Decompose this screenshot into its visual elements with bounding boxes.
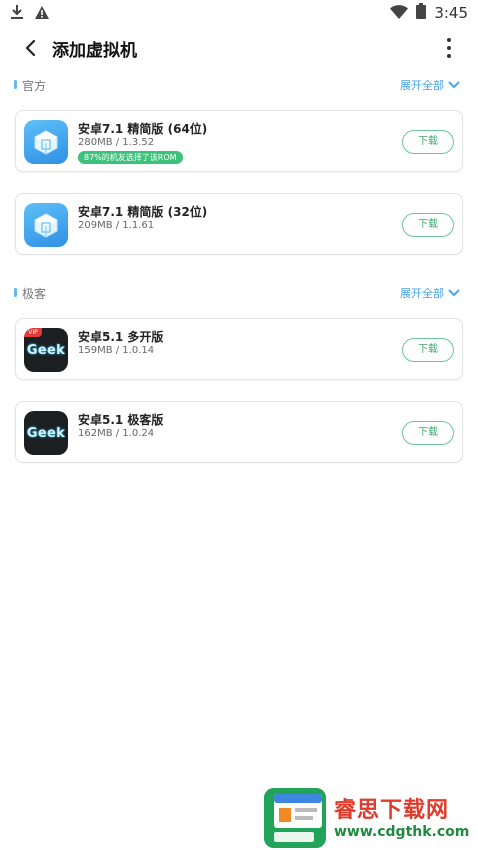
geek-icon: Geek [24,411,68,455]
vm-size-version: 159MB / 1.0.14 [78,345,155,356]
status-time: 3:45 [434,4,468,22]
vm-item-card[interactable]: Geek 安卓5.1 极客版 162MB / 1.0.24 下载 [15,401,463,463]
vm-size-version: 162MB / 1.0.24 [78,428,155,439]
geek-icon-text: Geek [26,425,66,441]
battery-icon [416,3,427,23]
watermark-logo-icon [264,788,326,848]
site-watermark: 睿思下载网 www.cdgthk.com [262,786,478,850]
watermark-title: 睿思下载网 [334,798,450,823]
download-button[interactable]: 下载 [402,213,454,237]
vm-cube-icon [24,120,68,164]
more-vertical-icon [447,38,451,42]
section-header-geek: 极客 展开全部 [0,283,478,303]
chevron-down-icon [448,81,460,89]
vm-name: 安卓5.1 多开版 [78,330,164,344]
geek-icon-text: Geek [26,342,66,358]
section-marker [14,288,17,297]
status-bar-left [10,4,50,24]
download-button[interactable]: 下载 [402,421,454,445]
vm-item-card[interactable]: VIP Geek 安卓5.1 多开版 159MB / 1.0.14 下载 [15,318,463,380]
watermark-url: www.cdgthk.com [334,824,470,840]
warning-icon [34,5,50,24]
expand-all-label: 展开全部 [400,287,444,300]
vm-item-card[interactable]: 安卓7.1 精简版 (32位) 209MB / 1.1.61 下载 [15,193,463,255]
back-button[interactable] [16,34,44,62]
back-arrow-icon [25,39,36,57]
expand-all-label: 展开全部 [400,79,444,92]
download-icon [10,4,24,24]
app-bar: 添加虚拟机 [0,28,478,66]
vm-size-version: 209MB / 1.1.61 [78,220,155,231]
vm-name: 安卓5.1 极客版 [78,413,164,427]
wifi-icon [390,4,409,23]
section-title: 官方 [22,79,47,93]
geek-icon: VIP Geek [24,328,68,372]
vm-name: 安卓7.1 精简版 (32位) [78,205,208,219]
section-header-official: 官方 展开全部 [0,75,478,95]
vm-item-card[interactable]: 安卓7.1 精简版 (64位) 280MB / 1.3.52 87%的机友选择了… [15,110,463,172]
vm-name: 安卓7.1 精简版 (64位) [78,122,208,136]
expand-all-link[interactable]: 展开全部 [400,77,460,93]
vm-cube-icon [24,203,68,247]
recommend-badge: 87%的机友选择了该ROM [78,151,183,164]
vm-size-version: 280MB / 1.3.52 [78,137,155,148]
chevron-down-icon [448,289,460,297]
download-button[interactable]: 下载 [402,130,454,154]
section-title: 极客 [22,287,47,301]
expand-all-link[interactable]: 展开全部 [400,285,460,301]
download-button[interactable]: 下载 [402,338,454,362]
status-bar: 3:45 [0,0,478,26]
vip-tag: VIP [24,328,42,337]
status-bar-right: 3:45 [390,3,468,23]
more-options-button[interactable] [438,34,460,62]
section-marker [14,80,17,89]
page-title: 添加虚拟机 [52,41,137,61]
